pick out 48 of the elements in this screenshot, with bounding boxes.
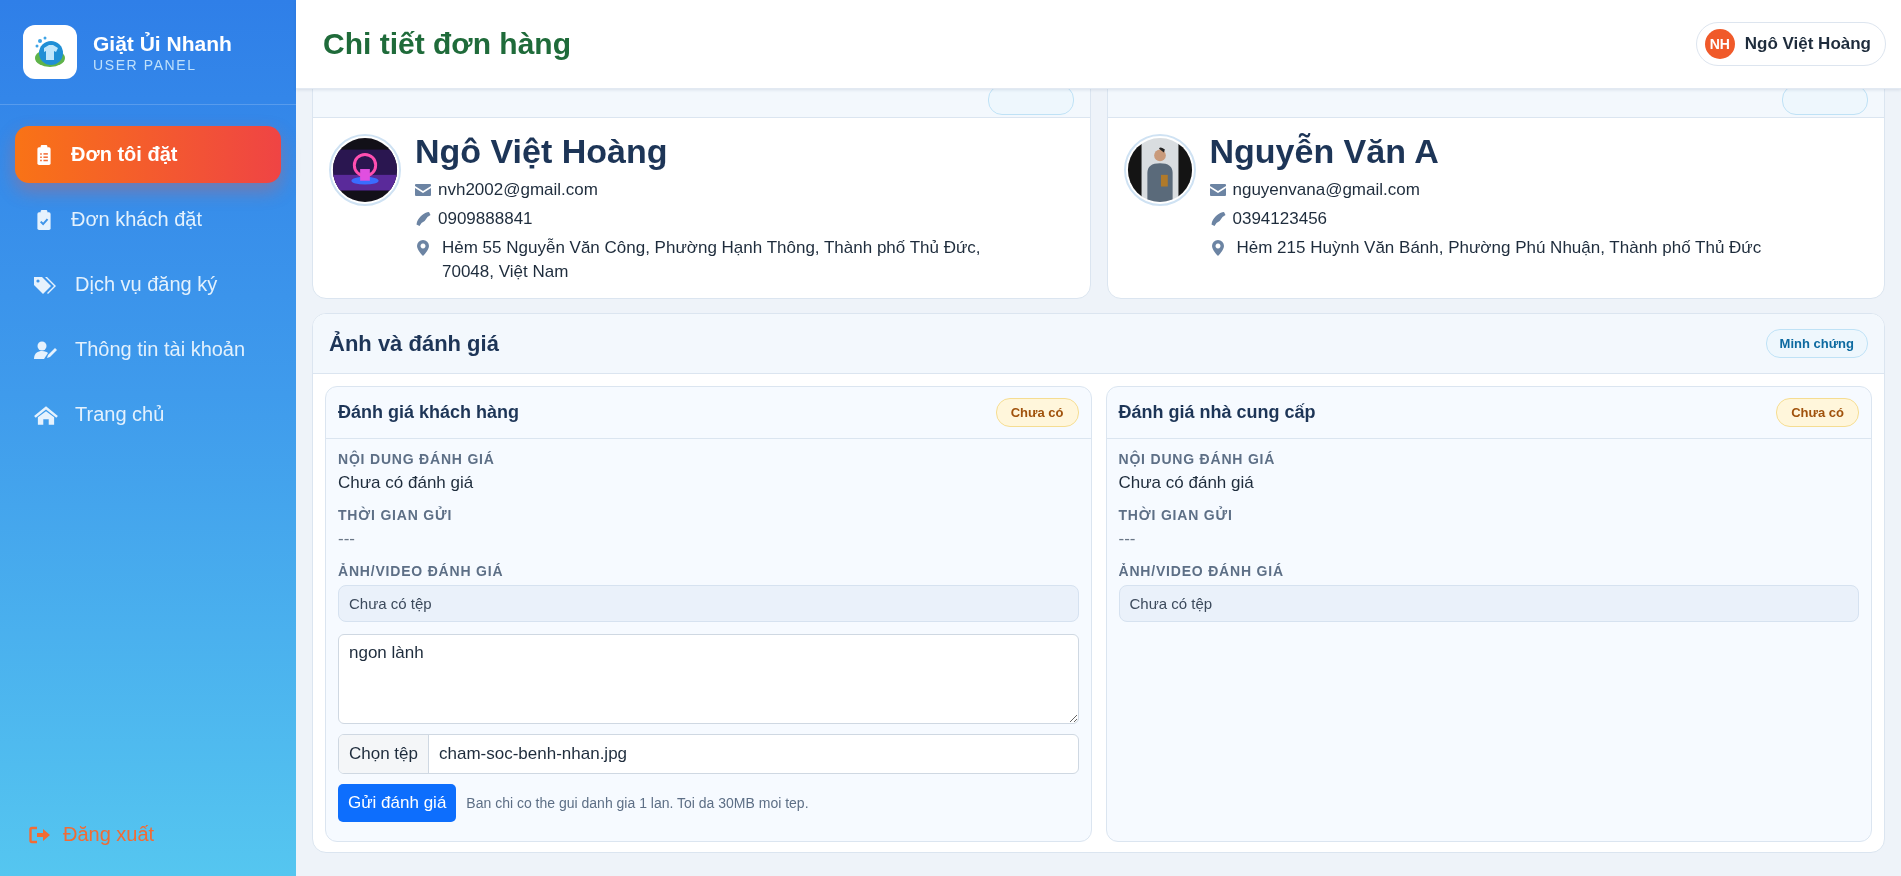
field-label: NỘI DUNG ĐÁNH GIÁ [1118,451,1277,467]
email-text: nvh2002@gmail.com [438,179,598,201]
phone-text: 0909888841 [438,208,533,230]
field-label: ẢNH/VIDEO ĐÁNH GIÁ [1118,563,1285,579]
page-title: Chi tiết đơn hàng [323,27,571,61]
submit-review-button[interactable]: Gửi đánh giá [338,784,457,822]
section-title: Ảnh và đánh giá [329,330,499,357]
person-name: Ngô Việt Hoàng [415,132,669,171]
nav-item[interactable]: Đơn khách đặt [15,191,281,248]
sent-time: --- [338,529,356,549]
logo-icon [23,25,77,79]
person-name: Nguyễn Văn A [1209,132,1440,171]
field-label: NỘI DUNG ĐÁNH GIÁ [338,451,496,467]
field-label: THỜI GIAN GỬI [338,507,454,523]
phone-text: 0394123456 [1232,208,1328,230]
status-badge: Chưa có [995,398,1079,427]
hint-text: Ban chi co the gui danh gia 1 lan. Toi da 30MB moi tep. [466,795,809,811]
nav-item[interactable]: Dịch vụ đăng ký [15,256,281,313]
evidence-badge: Minh chứng [1765,329,1868,358]
status-badge: Chưa có [1776,398,1859,427]
user-avatar: NH [1704,29,1735,59]
email-text: nguyenvana@gmail.com [1232,179,1420,201]
field-label: THỜI GIAN GỬI [1118,507,1234,523]
logout-icon [29,825,51,844]
media-box: Chưa có tệp [338,585,1079,622]
nav-item[interactable]: Thông tin tài khoản [15,321,281,378]
panel-title: Đánh giá khách hàng [338,402,520,423]
media-box: Chưa có tệp [1118,585,1859,622]
comment-field[interactable]: ngon lành [338,634,1079,724]
map-pin-icon [1211,240,1224,256]
sent-time: --- [1118,529,1137,549]
nav-item[interactable]: Đơn tôi đặt [15,126,281,183]
file-field[interactable]: Chọn tệp cham-soc-benh-nhan.jpg [338,734,1079,774]
review-text: Chưa có đánh giá [338,473,475,493]
address-text: Hẻm 55 Nguyễn Văn Công, Phường Hạnh Thông, Thành phố Thủ Đức, 70048, Việt Nam [442,237,982,283]
brand-name: Giặt Ủi Nhanh [93,31,232,56]
review-text: Chưa có đánh giá [1118,473,1255,493]
choose-file-button[interactable]: Chọn tệp [339,735,429,773]
address-text: Hẻm 215 Huỳnh Văn Bánh, Phường Phú Nhuận, Thành phố Thủ Đức [1236,237,1762,259]
nav-item[interactable]: Trang chủ [15,386,281,443]
field-label: ẢNH/VIDEO ĐÁNH GIÁ [338,563,505,579]
panel-title: Đánh giá nhà cung cấp [1118,402,1316,423]
file-name: cham-soc-benh-nhan.jpg [438,744,629,764]
envelope-icon [1209,182,1226,198]
brand-subtitle: USER PANEL [93,56,198,73]
envelope-icon [415,182,431,198]
map-pin-icon [417,240,429,256]
user-menu-button[interactable]: NH Ngô Việt Hoàng [1695,22,1886,66]
